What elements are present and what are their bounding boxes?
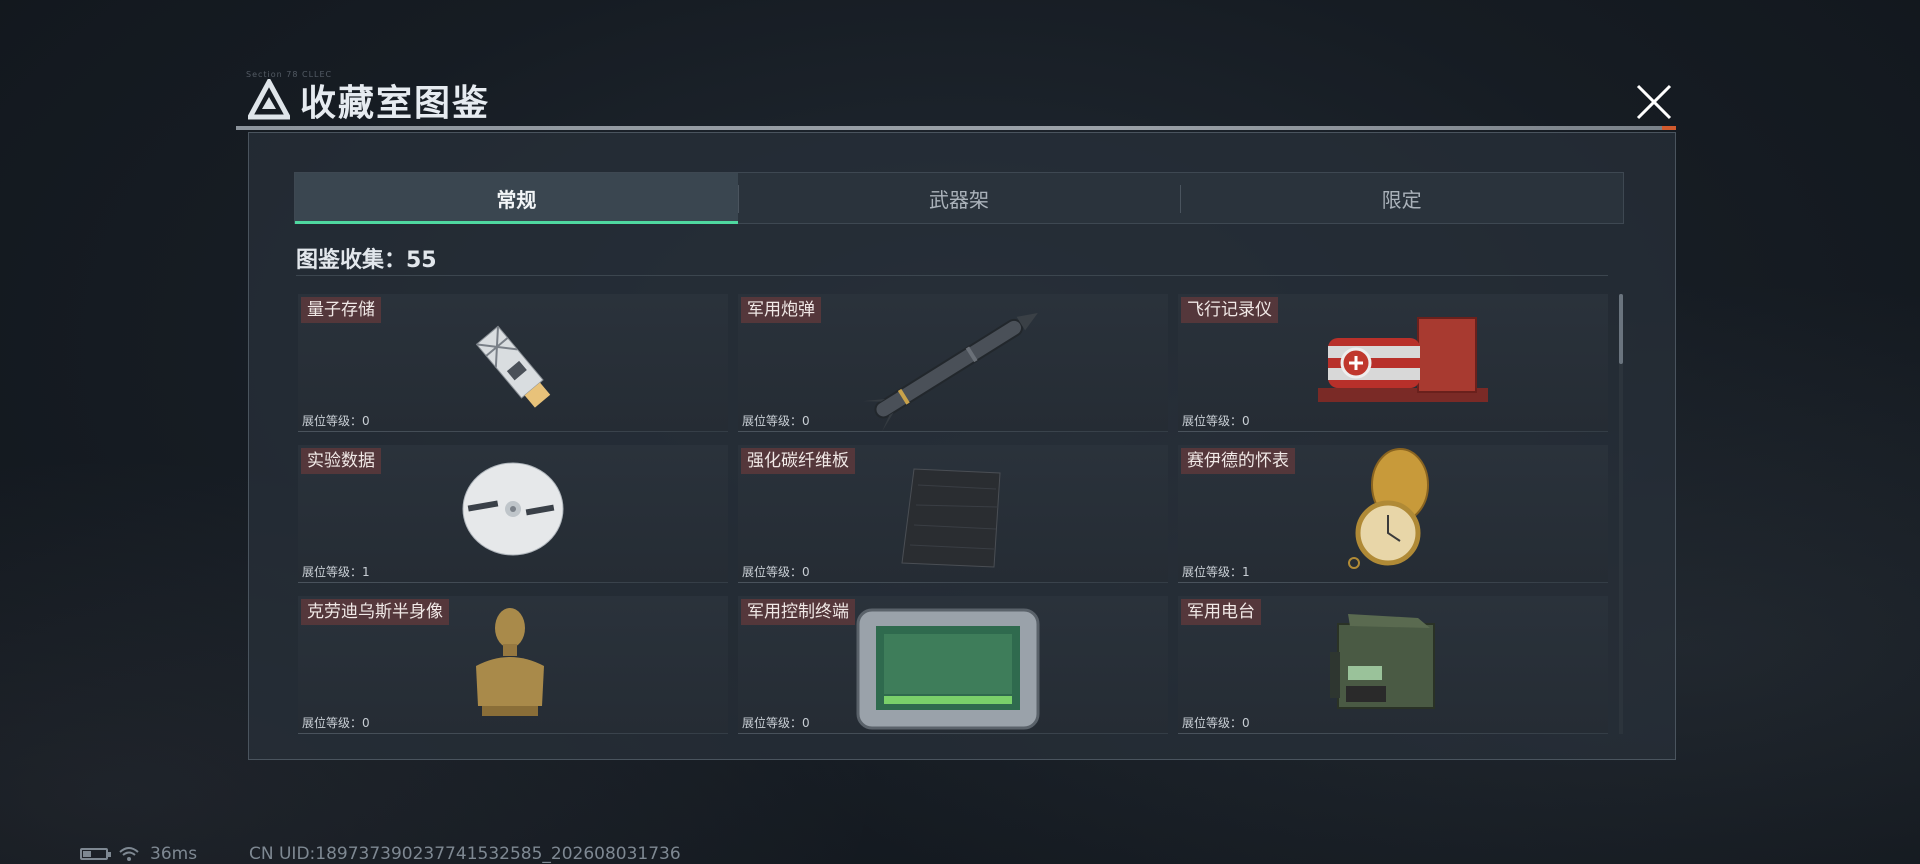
item-card[interactable]: 强化碳纤维板 展位等级：0 (738, 445, 1168, 583)
item-card[interactable]: 实验数据 展位等级：1 (298, 445, 728, 583)
battery-icon (80, 848, 111, 860)
tab-weapon-rack[interactable]: 武器架 (737, 173, 1181, 223)
title-divider-accent (1662, 126, 1676, 130)
close-icon (1636, 84, 1672, 120)
uid-text: CN UID:189737390237741532585_20260803173… (249, 844, 681, 864)
title-bar: 收藏室图鉴 (248, 74, 490, 126)
tab-bar: 常规 武器架 限定 (294, 172, 1624, 224)
ping-text: 36ms (150, 844, 198, 864)
tab-label: 限定 (1381, 187, 1422, 212)
item-level: 展位等级：0 (742, 716, 810, 730)
scrollbar[interactable] (1619, 294, 1623, 734)
item-level: 展位等级：0 (1182, 716, 1250, 730)
item-level: 展位等级：0 (302, 716, 370, 730)
tab-label: 常规 (496, 187, 537, 212)
item-card[interactable]: 赛伊德的怀表 展位等级：1 (1178, 445, 1608, 583)
item-name: 军用炮弹 (741, 297, 821, 323)
item-card[interactable]: 军用炮弹 展位等级：0 (738, 294, 1168, 432)
item-name: 飞行记录仪 (1181, 297, 1278, 323)
item-grid: 量子存储 展位等级：0 军用炮弹 展位等级：0 飞行记录仪 展位等级：0 实验数… (298, 294, 1608, 734)
item-level: 展位等级：1 (1182, 565, 1250, 579)
item-name: 军用电台 (1181, 599, 1261, 625)
item-level: 展位等级：0 (742, 414, 810, 428)
item-card[interactable]: 飞行记录仪 展位等级：0 (1178, 294, 1608, 432)
item-card[interactable]: 量子存储 展位等级：0 (298, 294, 728, 432)
page-title: 收藏室图鉴 (300, 83, 491, 124)
triangle-emblem-icon (248, 79, 290, 120)
collection-divider (296, 275, 1608, 276)
close-button[interactable] (1632, 80, 1676, 124)
title-divider (236, 126, 1676, 130)
item-level: 展位等级：0 (1182, 414, 1250, 428)
scroll-thumb[interactable] (1619, 294, 1623, 364)
item-level: 展位等级：0 (302, 414, 370, 428)
item-card[interactable]: 军用电台 展位等级：0 (1178, 596, 1608, 734)
item-name: 实验数据 (301, 448, 381, 474)
item-name: 强化碳纤维板 (741, 448, 855, 474)
collection-count: 图鉴收集：55 (296, 248, 437, 273)
tab-regular[interactable]: 常规 (295, 173, 738, 224)
item-level: 展位等级：1 (302, 565, 370, 579)
tab-label: 武器架 (929, 187, 989, 212)
item-card[interactable]: 军用控制终端 展位等级：0 (738, 596, 1168, 734)
tab-limited[interactable]: 限定 (1180, 173, 1623, 223)
status-bar: 36ms (80, 844, 197, 864)
wifi-icon (119, 847, 139, 861)
item-card[interactable]: 克劳迪乌斯半身像 展位等级：0 (298, 596, 728, 734)
item-level: 展位等级：0 (742, 565, 810, 579)
item-name: 克劳迪乌斯半身像 (301, 599, 449, 625)
item-name: 赛伊德的怀表 (1181, 448, 1295, 474)
item-name: 量子存储 (301, 297, 381, 323)
item-name: 军用控制终端 (741, 599, 855, 625)
battery-fill (83, 851, 91, 857)
